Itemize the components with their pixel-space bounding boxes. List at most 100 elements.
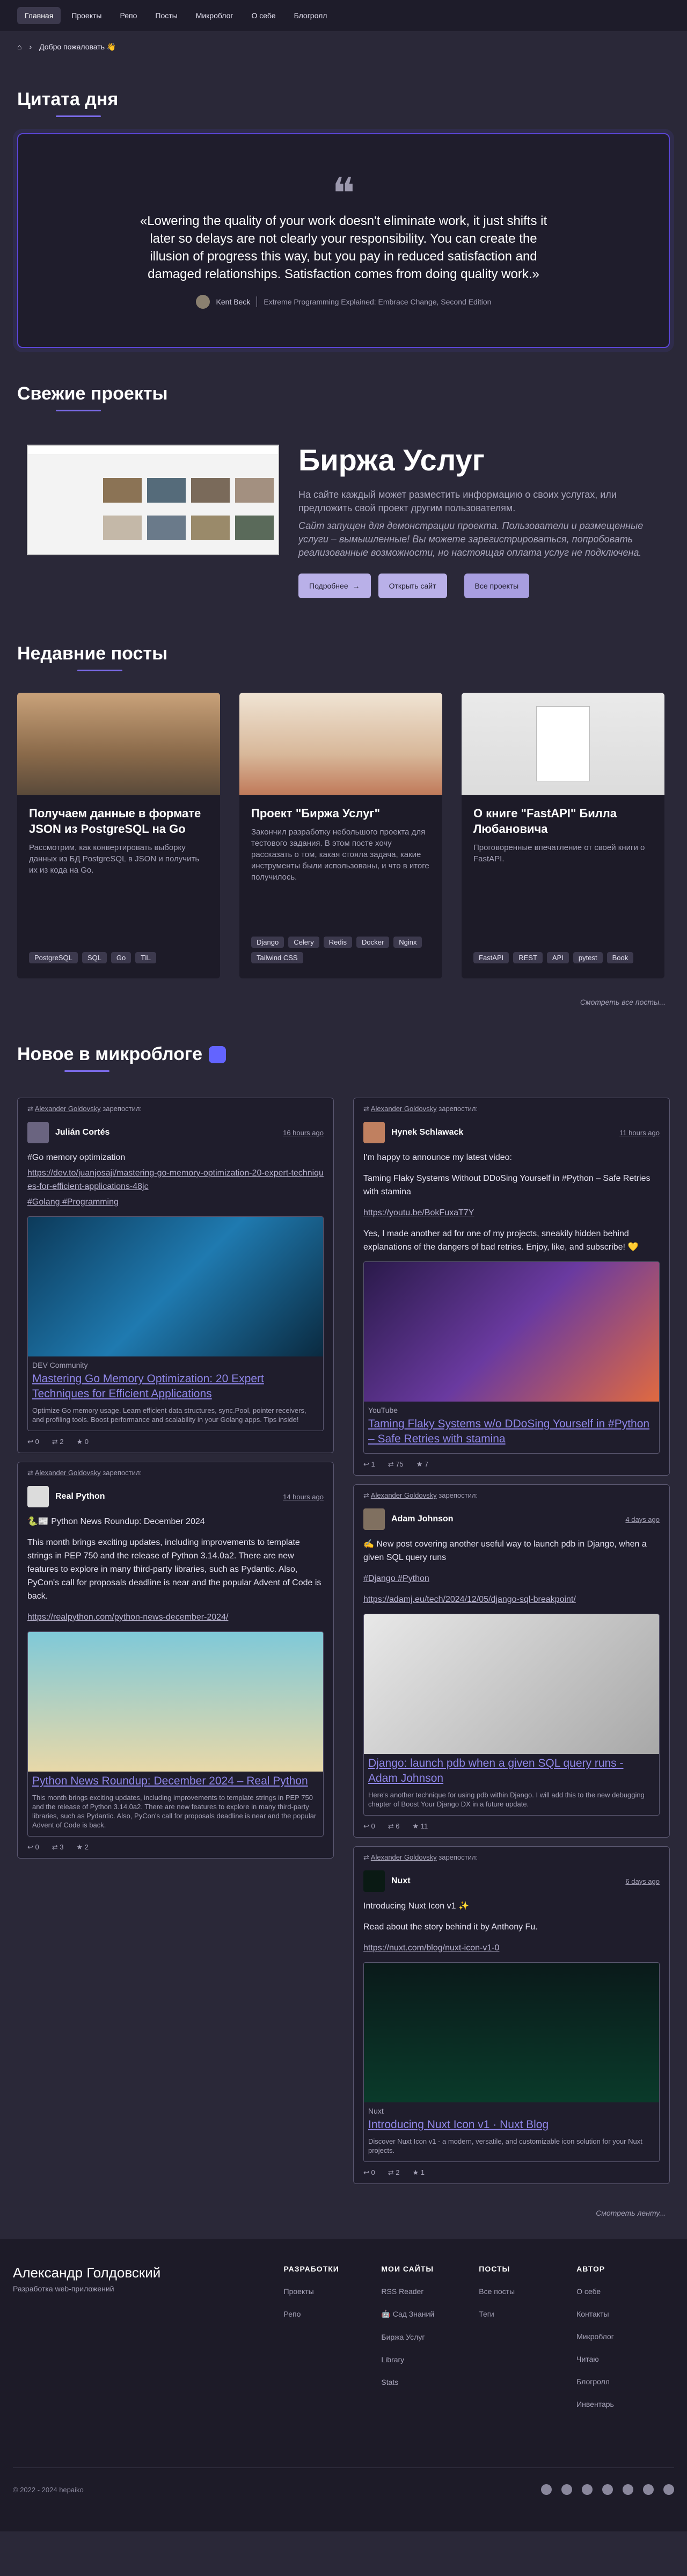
vk-icon[interactable] [623, 2484, 633, 2495]
mail-icon[interactable] [561, 2484, 572, 2495]
reply-icon[interactable]: ↩ 0 [363, 1822, 375, 1831]
post-hashtags[interactable]: #Django #Python [363, 1572, 660, 1585]
reposter-link[interactable]: Alexander Goldovsky [35, 1469, 101, 1477]
star-icon[interactable]: ★ 2 [77, 1843, 89, 1852]
reply-icon[interactable]: ↩ 1 [363, 1460, 375, 1469]
tag[interactable]: Docker [356, 937, 390, 948]
reposter-link[interactable]: Alexander Goldovsky [371, 1853, 437, 1861]
footer-link[interactable]: 🤖 Сад Знаний [381, 2310, 479, 2319]
footer-link[interactable]: Биржа Услуг [381, 2333, 479, 2341]
tag[interactable]: Nginx [393, 937, 422, 948]
link-preview[interactable]: Python News Roundup: December 2024 – Rea… [27, 1631, 324, 1837]
footer-link[interactable]: RSS Reader [381, 2287, 479, 2296]
footer-link[interactable]: Читаю [576, 2355, 674, 2363]
post-link[interactable]: https://dev.to/juanjosaji/mastering-go-m… [27, 1166, 324, 1193]
star-icon[interactable]: ★ 11 [413, 1822, 428, 1831]
avatar[interactable] [27, 1122, 49, 1143]
preview-title[interactable]: Introducing Nuxt Icon v1 · Nuxt Blog [364, 2115, 659, 2132]
nav-blogroll[interactable]: Блогролл [287, 7, 335, 24]
link-preview[interactable]: YouTube Taming Flaky Systems w/o DDoSing… [363, 1261, 660, 1454]
footer-link[interactable]: Контакты [576, 2310, 674, 2318]
nav-home[interactable]: Главная [17, 7, 61, 24]
avatar[interactable] [363, 1870, 385, 1892]
star-icon[interactable]: ★ 7 [416, 1460, 429, 1469]
tag[interactable]: Django [251, 937, 284, 948]
footer-link[interactable]: Репо [284, 2310, 382, 2318]
author-name[interactable]: Julián Cortés [55, 1128, 276, 1137]
avatar[interactable] [363, 1122, 385, 1143]
boost-icon[interactable]: ⇄ 75 [388, 1460, 404, 1469]
tag[interactable]: Celery [288, 937, 319, 948]
footer-link[interactable]: Проекты [284, 2287, 382, 2296]
reposter-link[interactable]: Alexander Goldovsky [35, 1105, 101, 1113]
post-time[interactable]: 6 days ago [625, 1877, 660, 1885]
reply-icon[interactable]: ↩ 0 [27, 1843, 39, 1852]
post-card[interactable]: Проект "Биржа Услуг" Закончил разработку… [239, 693, 442, 978]
tag[interactable]: Redis [323, 937, 353, 948]
steam-icon[interactable] [663, 2484, 674, 2495]
boost-icon[interactable]: ⇄ 6 [388, 1822, 400, 1831]
post-time[interactable]: 16 hours ago [283, 1129, 324, 1137]
post-link[interactable]: https://youtu.be/BokFuxaT7Y [363, 1206, 660, 1220]
footer-link[interactable]: Теги [479, 2310, 576, 2318]
tag[interactable]: API [546, 952, 569, 963]
mastodon-icon[interactable] [602, 2484, 613, 2495]
post-hashtags[interactable]: #Golang #Programming [27, 1195, 324, 1209]
nav-projects[interactable]: Проекты [64, 7, 109, 24]
author-name[interactable]: Hynek Schlawack [391, 1128, 613, 1137]
boost-icon[interactable]: ⇄ 2 [388, 2168, 400, 2177]
nav-about[interactable]: О себе [244, 7, 283, 24]
footer-link[interactable]: Микроблог [576, 2332, 674, 2341]
star-icon[interactable]: ★ 0 [77, 1438, 89, 1446]
nav-posts[interactable]: Посты [148, 7, 185, 24]
post-link[interactable]: https://realpython.com/python-news-decem… [27, 1610, 324, 1624]
link-preview[interactable]: Django: launch pdb when a given SQL quer… [363, 1614, 660, 1816]
footer-link[interactable]: Все посты [479, 2287, 576, 2296]
tag[interactable]: Go [111, 952, 131, 963]
tag[interactable]: REST [513, 952, 543, 963]
tag[interactable]: TIL [135, 952, 156, 963]
boost-icon[interactable]: ⇄ 2 [52, 1438, 64, 1446]
telegram-icon[interactable] [541, 2484, 552, 2495]
footer-link[interactable]: О себе [576, 2287, 674, 2296]
tag[interactable]: SQL [82, 952, 107, 963]
feed-link[interactable]: Смотреть ленту... [0, 2209, 687, 2217]
link-preview[interactable]: Nuxt Introducing Nuxt Icon v1 · Nuxt Blo… [363, 1962, 660, 2162]
avatar[interactable] [27, 1486, 49, 1507]
github-icon[interactable] [582, 2484, 593, 2495]
all-projects-button[interactable]: Все проекты [464, 574, 530, 598]
star-icon[interactable]: ★ 1 [413, 2168, 425, 2177]
open-site-button[interactable]: Открыть сайт [378, 574, 447, 598]
preview-title[interactable]: Python News Roundup: December 2024 – Rea… [28, 1772, 323, 1789]
reposter-link[interactable]: Alexander Goldovsky [371, 1105, 437, 1113]
tag[interactable]: Tailwind CSS [251, 952, 303, 963]
tag[interactable]: FastAPI [473, 952, 509, 963]
reply-icon[interactable]: ↩ 0 [363, 2168, 375, 2177]
post-link[interactable]: https://nuxt.com/blog/nuxt-icon-v1-0 [363, 1941, 660, 1955]
boost-icon[interactable]: ⇄ 3 [52, 1843, 64, 1852]
reply-icon[interactable]: ↩ 0 [27, 1438, 39, 1446]
nav-repo[interactable]: Репо [112, 7, 144, 24]
author-name[interactable]: Adam Johnson [391, 1514, 619, 1524]
tag[interactable]: pytest [573, 952, 603, 963]
post-time[interactable]: 4 days ago [625, 1515, 660, 1523]
tag[interactable]: PostgreSQL [29, 952, 78, 963]
preview-title[interactable]: Django: launch pdb when a given SQL quer… [364, 1754, 659, 1786]
preview-title[interactable]: Taming Flaky Systems w/o DDoSing Yoursel… [364, 1414, 659, 1453]
footer-link[interactable]: Library [381, 2355, 479, 2364]
post-time[interactable]: 14 hours ago [283, 1493, 324, 1501]
author-name[interactable]: Real Python [55, 1492, 276, 1501]
preview-title[interactable]: Mastering Go Memory Optimization: 20 Exp… [28, 1369, 323, 1402]
all-posts-link[interactable]: Смотреть все посты... [0, 998, 687, 1006]
footer-link[interactable]: Блогролл [576, 2377, 674, 2386]
rss-icon[interactable] [643, 2484, 654, 2495]
post-card[interactable]: Получаем данные в формате JSON из Postgr… [17, 693, 220, 978]
nav-microblog[interactable]: Микроблог [188, 7, 241, 24]
project-details-button[interactable]: Подробнее → [298, 574, 371, 598]
avatar[interactable] [363, 1508, 385, 1530]
tag[interactable]: Book [606, 952, 634, 963]
project-screenshot[interactable] [27, 445, 279, 555]
reposter-link[interactable]: Alexander Goldovsky [371, 1491, 437, 1499]
post-card[interactable]: О книге "FastAPI" Билла Любановича Прого… [462, 693, 664, 978]
author-name[interactable]: Nuxt [391, 1876, 619, 1886]
